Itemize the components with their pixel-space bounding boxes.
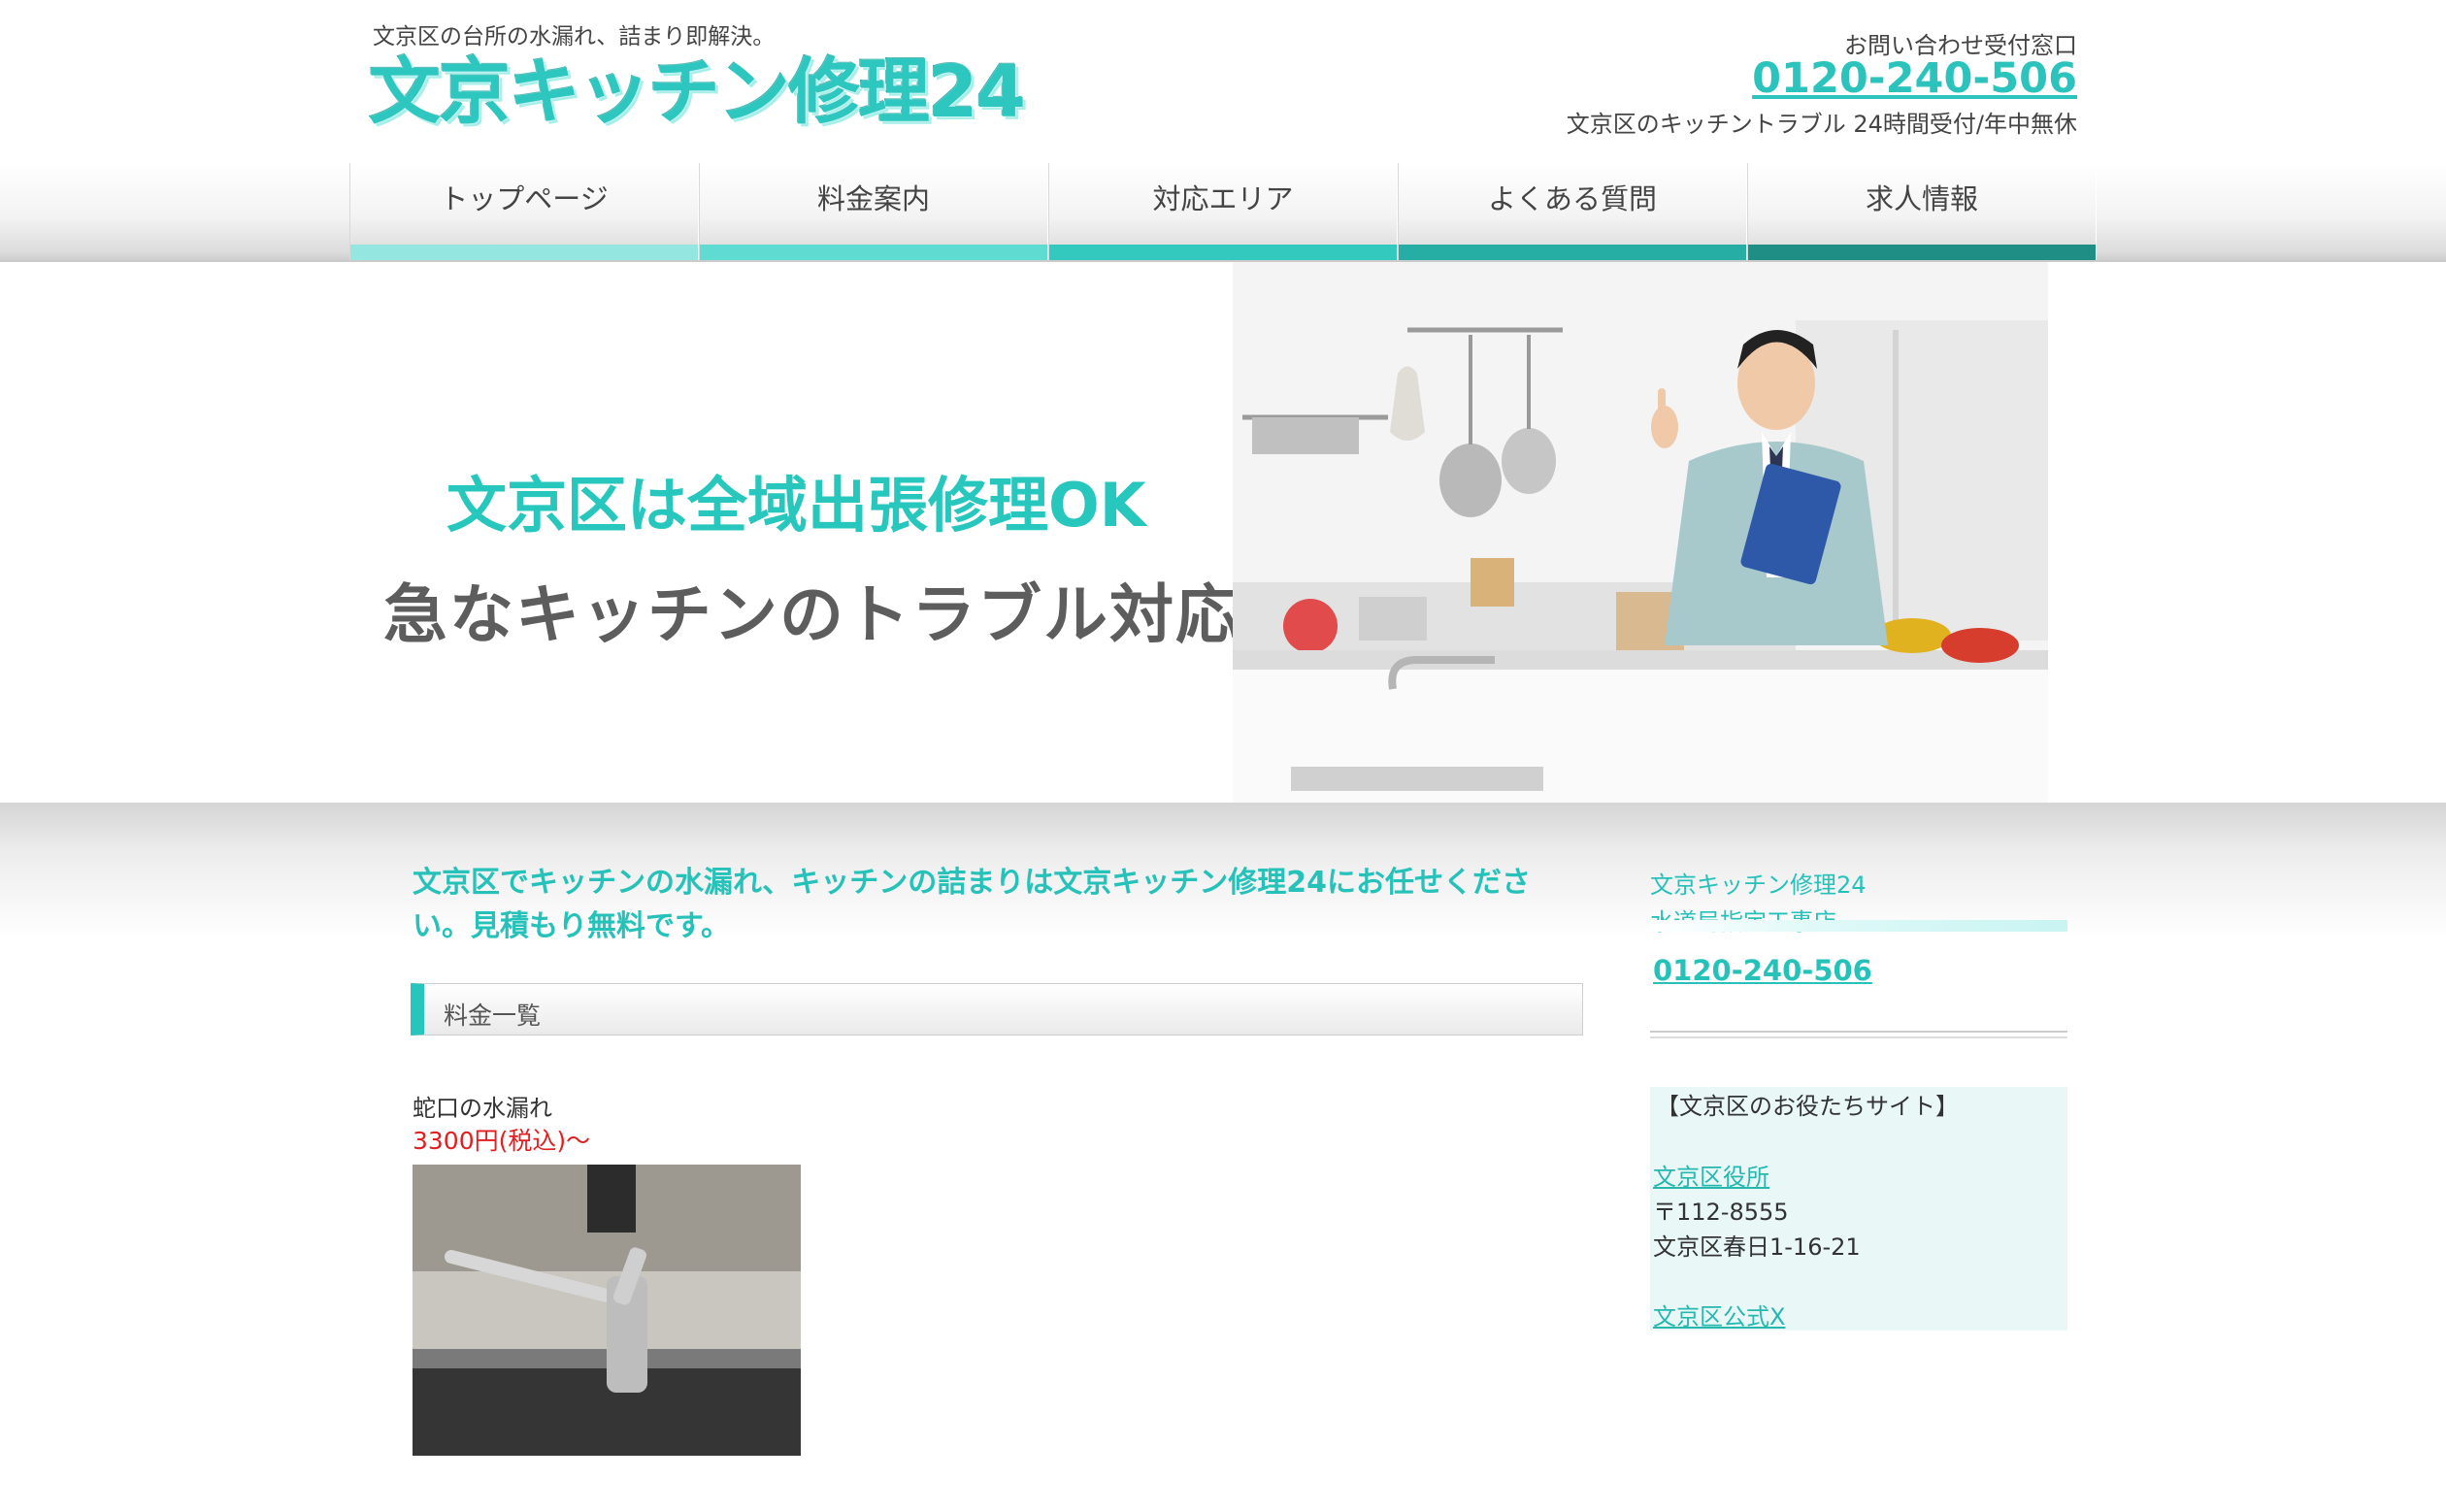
hero-photo-kitchen-technician	[1233, 262, 2048, 803]
nav-item-pricing[interactable]: 料金案内	[699, 163, 1048, 260]
section-heading-pricing: 料金一覧	[411, 983, 1583, 1035]
global-nav: トップページ 料金案内 対応エリア よくある質問 求人情報	[349, 163, 2097, 260]
kitchen-illustration	[1233, 262, 2048, 803]
contact-hours: 文京区のキッチントラブル 24時間受付/年中無休	[1566, 111, 2077, 138]
nav-item-top[interactable]: トップページ	[349, 163, 699, 260]
nav-color-bar	[350, 245, 698, 260]
service-name: 蛇口の水漏れ	[413, 1095, 552, 1122]
section-heading-label: 料金一覧	[444, 1002, 542, 1030]
nav-color-bar	[1399, 245, 1746, 260]
header-phone-link[interactable]: 0120-240-506	[1752, 54, 2077, 103]
nav-item-faq[interactable]: よくある質問	[1398, 163, 1747, 260]
nav-color-bar	[1748, 245, 2096, 260]
ward-office-postal-code: 〒112-8555	[1653, 1199, 1789, 1226]
site-header: 文京区の台所の水漏れ、詰まり即解決。 文京キッチン修理24 お問い合わせ受付窓口…	[0, 0, 2446, 163]
sidebar-box-title: 【文京区のお役たちサイト】	[1656, 1093, 1959, 1120]
site-logo[interactable]: 文京キッチン修理24	[369, 56, 1026, 128]
sidebar-title-line1: 文京キッチン修理24	[1650, 871, 1867, 899]
faucet-photo	[413, 1165, 801, 1456]
nav-color-bar	[1049, 245, 1397, 260]
hero-headline: 文京区は全域出張修理OK	[446, 470, 1146, 541]
nav-item-area[interactable]: 対応エリア	[1048, 163, 1398, 260]
service-price: 3300円(税込)〜	[413, 1127, 591, 1155]
nav-item-recruit[interactable]: 求人情報	[1747, 163, 2097, 260]
ward-office-link[interactable]: 文京区役所	[1653, 1158, 1769, 1192]
hero-subheadline: 急なキッチンのトラブル対応	[383, 577, 1241, 652]
sidebar-title-underline	[1650, 920, 2067, 932]
site-tagline: 文京区の台所の水漏れ、詰まり即解決。	[373, 24, 776, 49]
nav-color-bar	[700, 245, 1047, 260]
intro-text: 文京区でキッチンの水漏れ、キッチンの詰まりは文京キッチン修理24にお任せください…	[413, 866, 1532, 943]
ward-official-x-link[interactable]: 文京区公式X	[1653, 1298, 1785, 1331]
ward-office-address: 文京区春日1-16-21	[1653, 1233, 1861, 1261]
faucet-illustration	[413, 1165, 801, 1456]
hero-banner: 文京区は全域出張修理OK 急なキッチンのトラブル対応	[349, 262, 2097, 803]
sidebar-divider	[1650, 1031, 2067, 1038]
sidebar-useful-sites-box: 【文京区のお役たちサイト】 文京区役所 〒112-8555 文京区春日1-16-…	[1650, 1087, 2067, 1331]
sidebar-phone-link[interactable]: 0120-240-506	[1653, 954, 1872, 987]
